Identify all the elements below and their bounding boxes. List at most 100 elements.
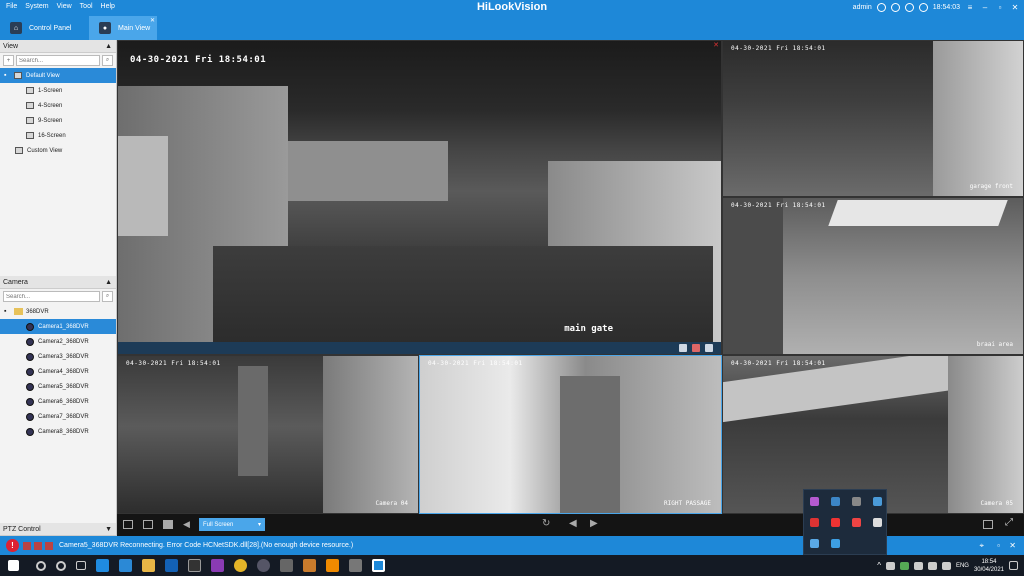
outlook-icon[interactable]: [165, 559, 178, 572]
toolbar-settings-icon[interactable]: [983, 520, 993, 529]
app-icon[interactable]: [257, 559, 270, 572]
file-explorer-icon[interactable]: [142, 559, 155, 572]
onenote-icon[interactable]: [211, 559, 224, 572]
language-indicator[interactable]: ENG: [956, 563, 969, 569]
lock-icon[interactable]: [890, 2, 900, 12]
view-search-input[interactable]: [16, 55, 100, 66]
tray-app-icon[interactable]: [899, 561, 909, 570]
notification-icon[interactable]: [1009, 561, 1018, 570]
tree-camera-3[interactable]: Camera3_368DVR: [0, 349, 116, 364]
stop-all-icon[interactable]: [163, 520, 173, 529]
tray-app-icon[interactable]: [831, 518, 840, 527]
menu-icon[interactable]: ≡: [965, 2, 975, 12]
record-icon[interactable]: [692, 344, 700, 352]
menu-file[interactable]: File: [2, 3, 21, 10]
tree-camera-2[interactable]: Camera2_368DVR: [0, 334, 116, 349]
terminal-icon[interactable]: [188, 559, 201, 572]
close-icon[interactable]: ✕: [1009, 541, 1016, 550]
collapse-tree-icon[interactable]: ▪: [4, 308, 11, 315]
maximize-button[interactable]: ▫: [995, 2, 1005, 12]
cortana-icon[interactable]: [56, 560, 66, 571]
alarm-icon[interactable]: !: [6, 539, 19, 552]
alert-icon[interactable]: [34, 541, 42, 550]
tab-main-view[interactable]: ● Main View ✕: [89, 16, 157, 40]
tree-camera-1[interactable]: Camera1_368DVR: [0, 319, 116, 334]
network-icon[interactable]: [927, 561, 937, 570]
view-panel-header[interactable]: View ▲: [0, 40, 116, 53]
tray-app-icon[interactable]: [852, 497, 861, 506]
battery-icon[interactable]: [913, 561, 923, 570]
task-view-icon[interactable]: [76, 561, 86, 570]
volume-icon[interactable]: ◀: [183, 519, 190, 530]
collapse-tree-icon[interactable]: ▪: [4, 72, 11, 79]
vlc-icon[interactable]: [326, 559, 339, 572]
tree-9-screen[interactable]: 9-Screen: [0, 113, 116, 128]
add-view-icon[interactable]: +: [3, 55, 14, 66]
search-icon[interactable]: [36, 560, 46, 571]
tray-app-icon[interactable]: [831, 539, 840, 548]
camera-search-input[interactable]: [3, 291, 100, 302]
menu-help[interactable]: Help: [97, 3, 119, 10]
video-cell-1[interactable]: 04-30-2021 Fri 18:54:01 main gate ✕: [117, 40, 722, 355]
app-icon[interactable]: [280, 559, 293, 572]
tree-camera-6[interactable]: Camera6_368DVR: [0, 394, 116, 409]
chrome-icon[interactable]: [234, 559, 247, 572]
tray-app-icon[interactable]: [810, 539, 819, 548]
tree-device[interactable]: ▪ 368DVR: [0, 304, 116, 319]
app-icon[interactable]: [349, 559, 362, 572]
window-division-icon[interactable]: [143, 520, 153, 529]
pin-icon[interactable]: ⌖: [979, 541, 984, 551]
globe-icon[interactable]: [876, 2, 886, 12]
volume-icon[interactable]: [941, 561, 951, 570]
alert-icon[interactable]: [45, 541, 53, 550]
cloud-icon[interactable]: [885, 561, 895, 570]
tray-app-icon[interactable]: [831, 497, 840, 506]
expand-icon[interactable]: ▼: [105, 526, 112, 533]
capture-icon[interactable]: [679, 344, 687, 352]
edge-icon[interactable]: [96, 559, 109, 572]
tree-camera-5[interactable]: Camera5_368DVR: [0, 379, 116, 394]
media-player-icon[interactable]: [303, 559, 316, 572]
previous-page-icon[interactable]: ◀: [569, 518, 577, 529]
ie-icon[interactable]: [119, 559, 132, 572]
close-icon[interactable]: ✕: [713, 41, 719, 49]
video-cell-5[interactable]: 04-30-2021 Fri 18:54:01 RIGHT PASSAGE: [419, 355, 722, 514]
close-icon[interactable]: ✕: [150, 17, 155, 24]
tree-camera-7[interactable]: Camera7_368DVR: [0, 409, 116, 424]
zoom-icon[interactable]: [705, 344, 713, 352]
camera-panel-header[interactable]: Camera ▲: [0, 276, 116, 289]
collapse-icon[interactable]: ▲: [105, 279, 112, 286]
menu-view[interactable]: View: [53, 3, 76, 10]
menu-system[interactable]: System: [21, 3, 52, 10]
refresh-icon[interactable]: ↻: [542, 518, 550, 529]
ptz-panel-header[interactable]: PTZ Control ▼: [0, 523, 116, 536]
tree-camera-4[interactable]: Camera4_368DVR: [0, 364, 116, 379]
windows-start-icon[interactable]: [8, 560, 19, 571]
search-icon[interactable]: ⌕: [102, 291, 113, 302]
video-cell-4[interactable]: 04-30-2021 Fri 18:54:01 Camera 04: [117, 355, 419, 514]
display-mode-select[interactable]: Full Screen ▾: [199, 518, 265, 531]
video-cell-2[interactable]: 04-30-2021 Fri 18:54:01 garage front: [722, 40, 1024, 197]
tree-default-view[interactable]: ▪ Default View: [0, 68, 116, 83]
collapse-icon[interactable]: ▲: [105, 43, 112, 50]
video-cell-3[interactable]: 04-30-2021 Fri 18:54:01 braai area: [722, 197, 1024, 355]
alert-icon[interactable]: [23, 541, 31, 550]
tray-app-icon[interactable]: [852, 518, 861, 527]
chevron-up-icon[interactable]: ^: [877, 561, 881, 570]
tree-4-screen[interactable]: 4-Screen: [0, 98, 116, 113]
tab-control-panel[interactable]: ⌂ Control Panel: [0, 16, 86, 40]
next-page-icon[interactable]: ▶: [590, 518, 598, 529]
restore-icon[interactable]: ▫: [997, 541, 1000, 550]
search-icon[interactable]: ⌕: [102, 55, 113, 66]
tree-1-screen[interactable]: 1-Screen: [0, 83, 116, 98]
hilookvision-icon[interactable]: [372, 559, 385, 572]
menu-tool[interactable]: Tool: [76, 3, 97, 10]
fullscreen-icon[interactable]: ⤢: [1005, 517, 1013, 528]
tree-custom-view[interactable]: Custom View: [0, 143, 116, 158]
usb-icon[interactable]: [873, 518, 882, 527]
layout-icon[interactable]: [123, 520, 133, 529]
tree-16-screen[interactable]: 16-Screen: [0, 128, 116, 143]
tray-app-icon[interactable]: [810, 497, 819, 506]
close-button[interactable]: ✕: [1010, 2, 1020, 12]
minimize-button[interactable]: –: [980, 2, 990, 12]
